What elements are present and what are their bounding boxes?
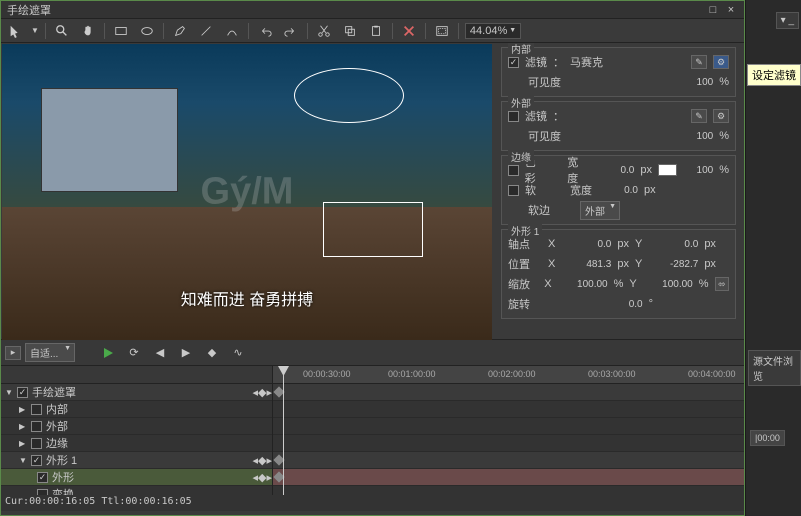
timeline: ▸ 自适... ⟳ ◀ ▶ ◆ ∿ ▼手绘遮罩◂◆▸ ▶内部 ▶外部 ▶边缘 ▼… <box>1 339 744 511</box>
watermark: Gý/M <box>201 171 294 214</box>
zoom-tool[interactable] <box>52 22 72 40</box>
mask-rect-handle[interactable] <box>323 202 423 257</box>
curve-tool[interactable] <box>222 22 242 40</box>
edge-group: 边缘 色彩 宽度 px % 软 宽度 <box>501 155 736 225</box>
outer-visibility-input[interactable] <box>663 131 713 142</box>
rotation-input[interactable] <box>593 299 643 310</box>
inner-filter-checkbox[interactable] <box>508 57 519 68</box>
outer-filter-checkbox[interactable] <box>508 111 519 122</box>
preview-viewport[interactable]: Gý/M 知难而进 奋勇拼搏 <box>2 44 492 340</box>
anchor-x-input[interactable] <box>561 239 611 250</box>
edge-color-swatch[interactable] <box>658 164 677 176</box>
copy-button[interactable] <box>340 22 360 40</box>
track-lanes[interactable]: 00:00:30:00 00:01:00:00 00:02:00:00 00:0… <box>273 366 744 495</box>
scale-y-input[interactable] <box>643 279 693 290</box>
toolbar: ▼ 44.04%▼ <box>1 19 744 43</box>
mask-ellipse-handle[interactable] <box>294 68 404 123</box>
titlebar: 手绘遮罩 □ × <box>1 1 744 19</box>
scale-x-input[interactable] <box>558 279 608 290</box>
expand-button[interactable]: ▸ <box>5 346 21 360</box>
delete-button[interactable] <box>399 22 419 40</box>
video-caption: 知难而进 奋勇拼搏 <box>2 286 492 310</box>
pos-y-input[interactable] <box>648 259 698 270</box>
fit-dropdown[interactable]: 自适... <box>25 343 75 362</box>
edge-soft-checkbox[interactable] <box>508 185 519 196</box>
graph-button[interactable]: ∿ <box>227 344 249 362</box>
playhead[interactable] <box>283 366 284 495</box>
add-key-button[interactable]: ◆ <box>201 344 223 362</box>
track-outer[interactable]: ▶外部 <box>1 418 272 435</box>
ellipse-tool[interactable] <box>137 22 157 40</box>
anchor-y-input[interactable] <box>648 239 698 250</box>
paste-button[interactable] <box>366 22 386 40</box>
outer-filter-edit-button[interactable]: ✎ <box>691 109 707 123</box>
outer-group: 外部 滤镜 ： ✎ ⚙ 可见度 % <box>501 101 736 151</box>
dock-minimize-icon[interactable]: ▾ _ <box>776 12 799 29</box>
track-inner[interactable]: ▶内部 <box>1 401 272 418</box>
edge-color-checkbox[interactable] <box>508 165 519 176</box>
maximize-button[interactable]: □ <box>706 4 720 16</box>
pen-tool[interactable] <box>170 22 190 40</box>
inner-filter-settings-button[interactable]: ⚙ <box>713 55 729 69</box>
zoom-level[interactable]: 44.04%▼ <box>465 23 521 39</box>
track-transform[interactable]: 变换 <box>1 486 272 495</box>
cut-button[interactable] <box>314 22 334 40</box>
track-edge[interactable]: ▶边缘 <box>1 435 272 452</box>
softedge-dropdown[interactable]: 外部 <box>580 201 620 220</box>
edge-pct-input[interactable] <box>683 165 713 176</box>
pointer-tool[interactable] <box>5 22 25 40</box>
source-browser-tab[interactable]: 源文件浏览 <box>748 350 801 386</box>
dropdown-arrow-icon[interactable]: ▼ <box>31 26 39 35</box>
undo-button[interactable] <box>255 22 275 40</box>
inner-visibility-input[interactable] <box>663 77 713 88</box>
pos-x-input[interactable] <box>561 259 611 270</box>
track-shape[interactable]: 外形◂◆▸ <box>1 469 272 486</box>
shape-group: 外形 1 轴点 X px Y px 位置 X px Y p <box>501 229 736 319</box>
redo-button[interactable] <box>281 22 301 40</box>
inner-filter-edit-button[interactable]: ✎ <box>691 55 707 69</box>
status-bar: Cur:00:00:16:05 Ttl:00:00:16:05 <box>1 495 744 511</box>
track-shape1[interactable]: ▼外形 1◂◆▸ <box>1 452 272 469</box>
edge-width2-input[interactable] <box>598 185 638 196</box>
track-headers: ▼手绘遮罩◂◆▸ ▶内部 ▶外部 ▶边缘 ▼外形 1◂◆▸ 外形◂◆▸ 变换 <box>1 366 273 495</box>
inner-filter-value: 马赛克 <box>570 54 603 70</box>
hand-tool[interactable] <box>78 22 98 40</box>
mask-editor-panel: 手绘遮罩 □ × ▼ 44.04%▼ <box>0 0 745 516</box>
window-title: 手绘遮罩 <box>7 2 51 18</box>
edge-width1-input[interactable] <box>594 165 634 176</box>
time-ruler[interactable]: 00:00:30:00 00:01:00:00 00:02:00:00 00:0… <box>273 366 744 384</box>
side-time: |00:00 <box>750 430 785 446</box>
loop-button[interactable]: ⟳ <box>123 344 145 362</box>
rectangle-tool[interactable] <box>111 22 131 40</box>
prev-key-button[interactable]: ◀ <box>149 344 171 362</box>
line-tool[interactable] <box>196 22 216 40</box>
tooltip: 设定滤镜 <box>747 64 801 86</box>
inner-group: 内部 滤镜 ： 马赛克 ✎ ⚙ 可见度 % <box>501 47 736 97</box>
scale-link-button[interactable]: ⬄ <box>715 277 729 291</box>
outer-filter-settings-button[interactable]: ⚙ <box>713 109 729 123</box>
play-button[interactable] <box>97 344 119 362</box>
close-button[interactable]: × <box>724 4 738 16</box>
safe-area-button[interactable] <box>432 22 452 40</box>
properties-panel: 内部 滤镜 ： 马赛克 ✎ ⚙ 可见度 % <box>493 43 744 339</box>
track-root[interactable]: ▼手绘遮罩◂◆▸ <box>1 384 272 401</box>
next-key-button[interactable]: ▶ <box>175 344 197 362</box>
